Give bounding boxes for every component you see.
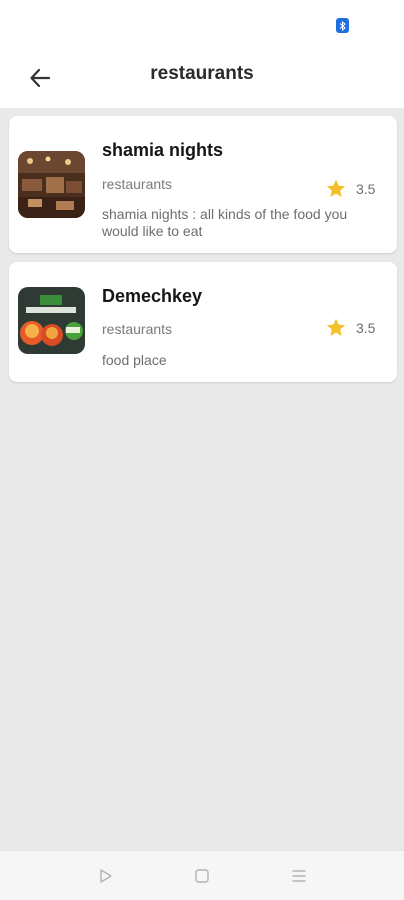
rating-value: 3.5 [356, 181, 376, 197]
restaurant-list: shamia nights restaurants 3.5 shamia nig… [9, 116, 397, 391]
system-nav-bar [0, 850, 404, 900]
restaurant-category: restaurants [102, 321, 173, 337]
star-icon [326, 179, 346, 197]
back-triangle-icon [100, 869, 112, 883]
restaurant-category: restaurants [102, 176, 173, 192]
restaurant-name: Demechkey [102, 286, 203, 306]
recents-menu-icon [292, 870, 306, 882]
restaurant-card[interactable]: shamia nights restaurants 3.5 shamia nig… [9, 116, 397, 253]
app-bar: restaurants [0, 48, 404, 108]
restaurant-description: food place [102, 352, 167, 368]
status-bar [0, 0, 404, 48]
restaurant-description: shamia nights : all kinds of the food yo… [102, 206, 348, 239]
system-home-button[interactable] [191, 865, 213, 887]
restaurant-name: shamia nights [102, 140, 224, 160]
bluetooth-icon [336, 18, 349, 33]
system-recents-button[interactable] [288, 865, 310, 887]
star-icon [326, 318, 346, 336]
restaurant-image [18, 287, 85, 354]
rating-value: 3.5 [356, 320, 376, 336]
restaurant-card[interactable]: Demechkey restaurants 3.5 food place [9, 262, 397, 382]
home-square-icon [195, 869, 209, 883]
restaurant-image [18, 151, 85, 218]
system-back-button[interactable] [95, 865, 117, 887]
page-title: restaurants [150, 63, 254, 84]
